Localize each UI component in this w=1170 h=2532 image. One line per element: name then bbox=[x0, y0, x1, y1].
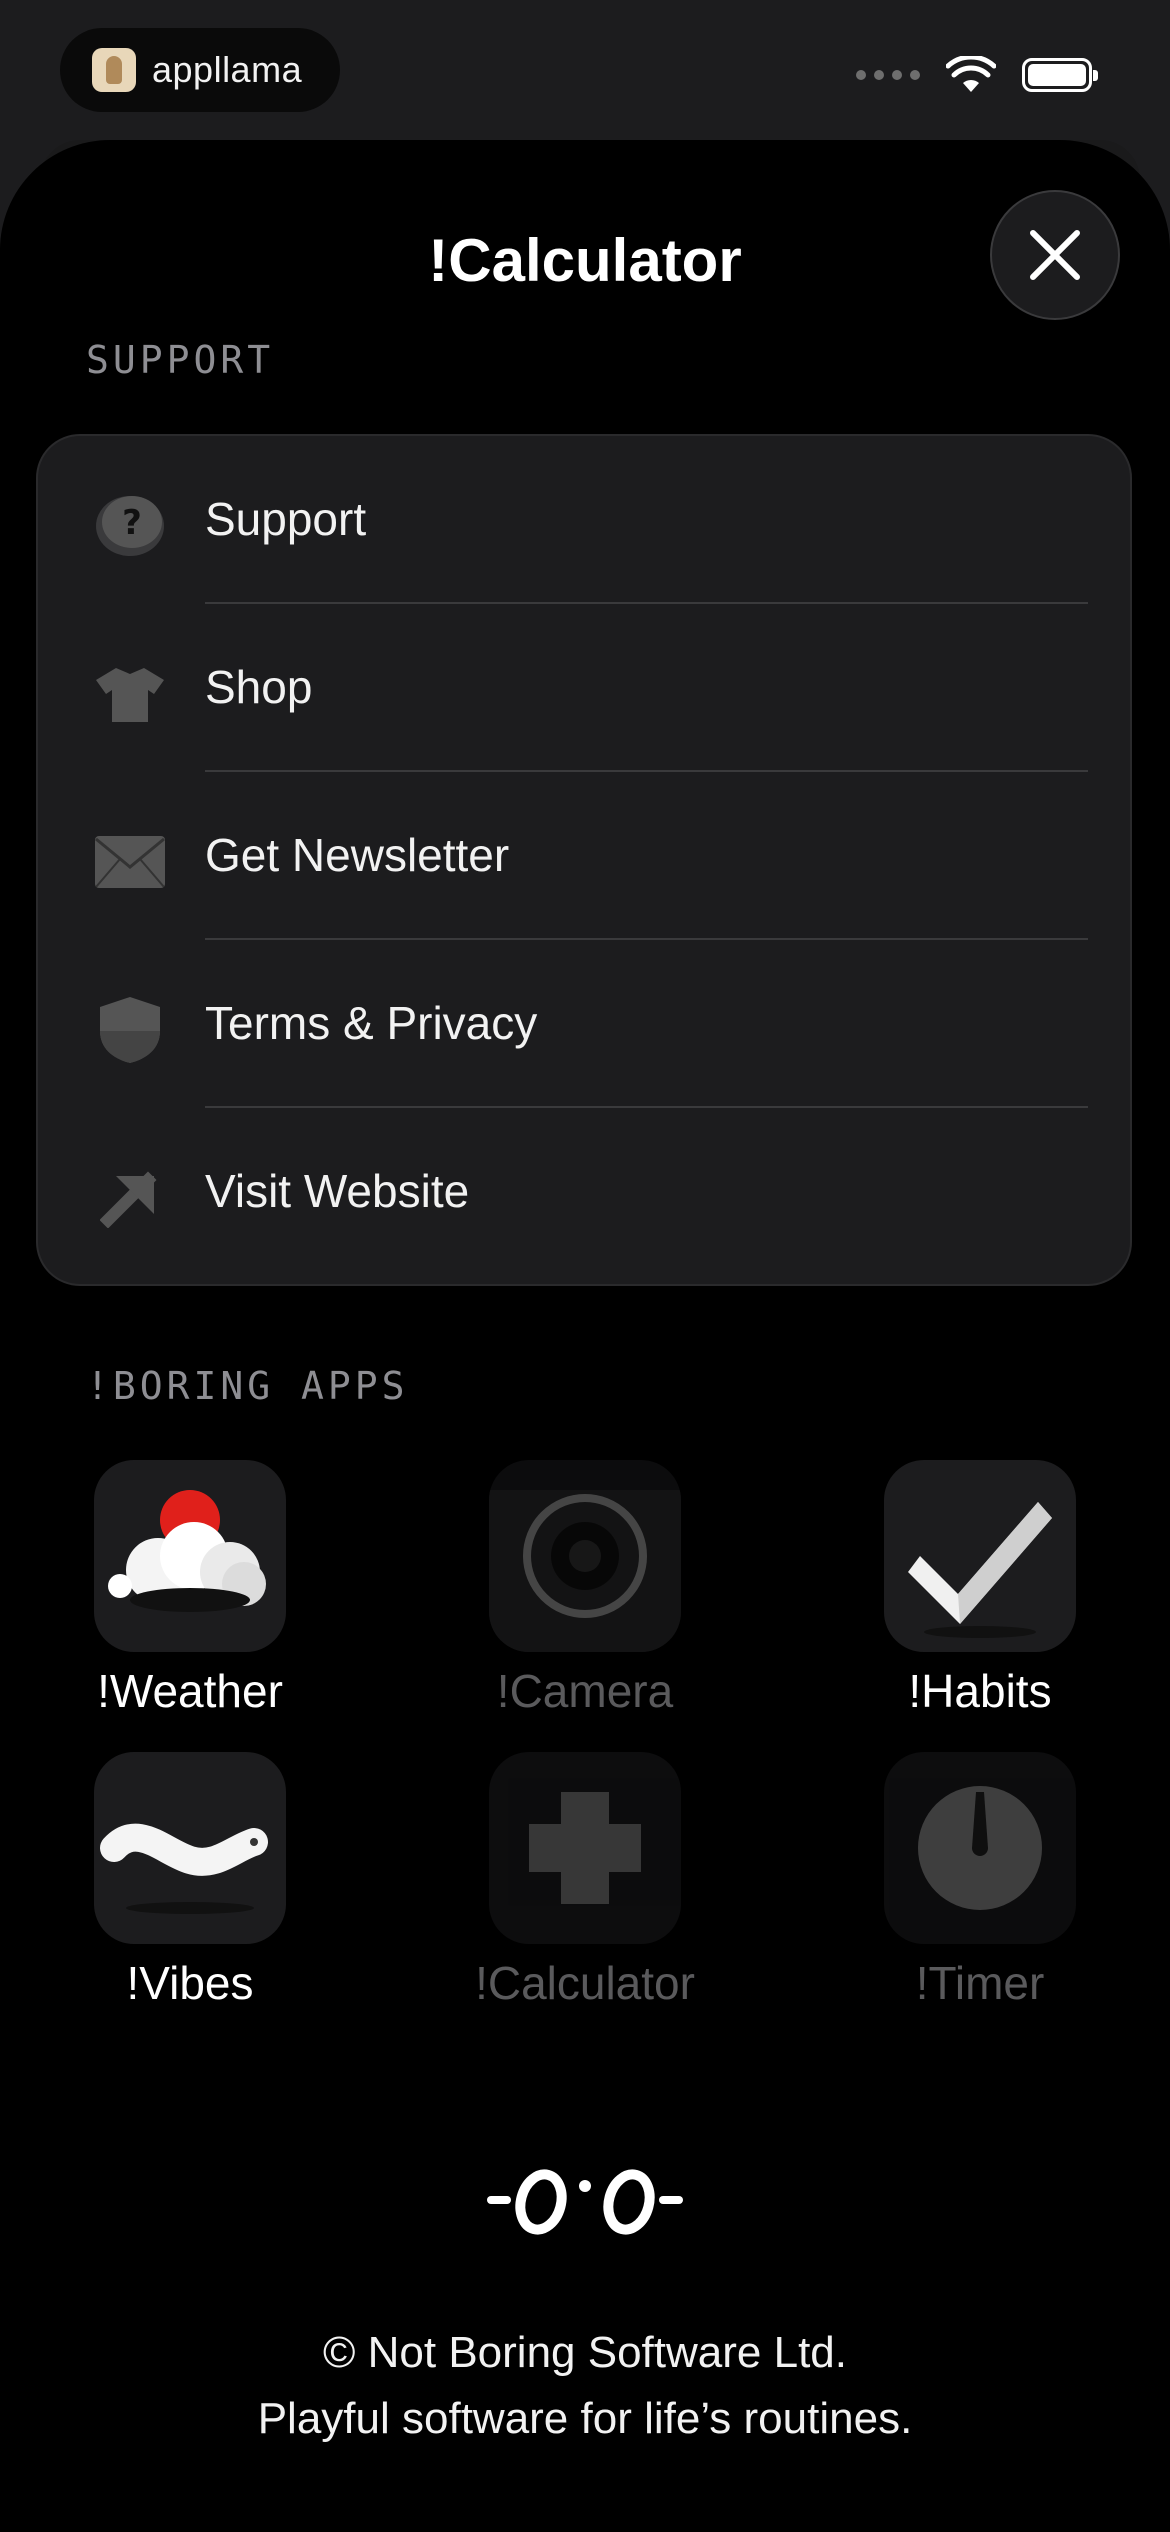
timer-dial-icon bbox=[884, 1752, 1076, 1944]
app-name: !Camera bbox=[496, 1665, 674, 1717]
question-bubble-icon: ? bbox=[94, 490, 166, 562]
support-card: ? Support Shop Get Newsletter Terms & Pr… bbox=[36, 434, 1132, 1286]
not-boring-logo-icon bbox=[0, 2160, 1170, 2245]
terms-privacy-row[interactable]: Terms & Privacy bbox=[38, 940, 1134, 1108]
copyright-text: © Not Boring Software Ltd. bbox=[322, 2328, 847, 2377]
visit-website-row[interactable]: Visit Website bbox=[38, 1108, 1134, 1276]
app-camera[interactable]: !Camera bbox=[455, 1460, 715, 1718]
app-name: !Timer bbox=[915, 1957, 1045, 2009]
boring-apps-section-header: !BORING APPS bbox=[86, 1364, 409, 1408]
app-vibes[interactable]: !Vibes bbox=[60, 1752, 320, 2010]
app-name: !Weather bbox=[97, 1665, 283, 1717]
tshirt-icon bbox=[94, 658, 166, 730]
support-row[interactable]: ? Support bbox=[38, 436, 1134, 604]
tagline-text: Playful software for life’s routines. bbox=[257, 2394, 913, 2443]
app-weather[interactable]: !Weather bbox=[60, 1460, 320, 1718]
settings-sheet: !Calculator SUPPORT ? Support Shop Get N… bbox=[0, 140, 1170, 2532]
app-name: !Calculator bbox=[475, 1957, 695, 2009]
visit-website-label: Visit Website bbox=[205, 1165, 470, 1217]
llama-logo-icon bbox=[92, 48, 136, 92]
checkmark-icon bbox=[884, 1460, 1076, 1652]
app-pill[interactable]: appllama bbox=[60, 28, 340, 112]
arrow-up-right-icon bbox=[94, 1162, 166, 1234]
shield-icon bbox=[94, 994, 166, 1066]
status-bar: appllama bbox=[0, 0, 1170, 140]
app-pill-label: appllama bbox=[152, 49, 303, 90]
app-habits[interactable]: !Habits bbox=[850, 1460, 1110, 1718]
support-section-header: SUPPORT bbox=[86, 338, 275, 382]
camera-lens-icon bbox=[489, 1460, 681, 1652]
wifi-icon bbox=[946, 56, 996, 92]
envelope-icon bbox=[94, 826, 166, 898]
newsletter-row[interactable]: Get Newsletter bbox=[38, 772, 1134, 940]
support-label: Support bbox=[205, 493, 367, 545]
newsletter-label: Get Newsletter bbox=[205, 829, 510, 881]
close-button[interactable] bbox=[990, 190, 1120, 320]
svg-text:?: ? bbox=[122, 503, 142, 543]
shop-label: Shop bbox=[205, 661, 313, 713]
app-calculator[interactable]: !Calculator bbox=[455, 1752, 715, 2010]
close-icon bbox=[1030, 230, 1080, 280]
status-indicators bbox=[856, 56, 1098, 94]
weather-cloud-icon bbox=[94, 1460, 286, 1652]
terms-privacy-label: Terms & Privacy bbox=[205, 997, 538, 1049]
battery-icon bbox=[1022, 58, 1098, 92]
plus-icon bbox=[489, 1752, 681, 1944]
squiggle-icon bbox=[94, 1752, 286, 1944]
shop-row[interactable]: Shop bbox=[38, 604, 1134, 772]
cellular-signal-icon bbox=[856, 70, 920, 80]
app-name: !Vibes bbox=[126, 1957, 254, 2009]
app-name: !Habits bbox=[908, 1665, 1052, 1717]
app-timer[interactable]: !Timer bbox=[850, 1752, 1110, 2010]
footer: © Not Boring Software Ltd. Playful softw… bbox=[0, 2320, 1170, 2452]
